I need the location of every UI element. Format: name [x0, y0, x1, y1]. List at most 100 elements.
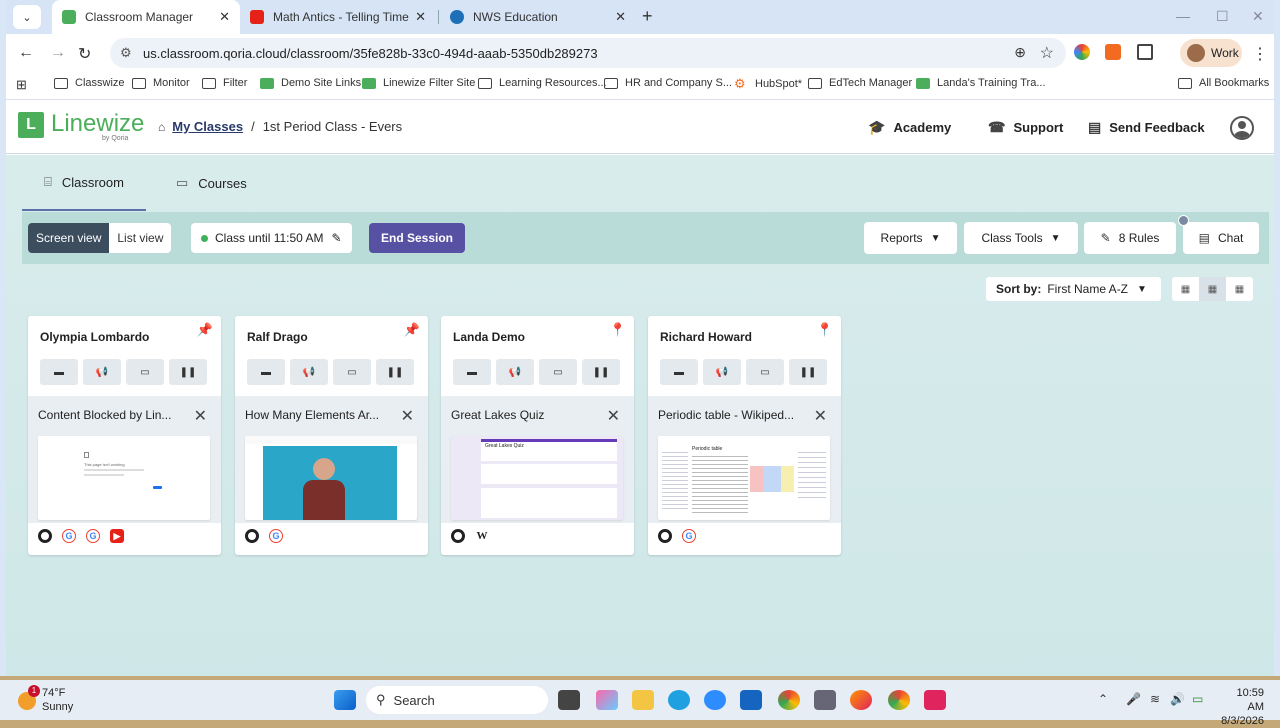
close-tab-icon[interactable]: ✕	[814, 406, 827, 426]
pin-icon[interactable]: 📌	[197, 322, 213, 338]
announce-icon[interactable]: 📢	[83, 359, 121, 385]
pin-outline-icon[interactable]: 📍	[610, 322, 626, 338]
bookmark-linewize-filter[interactable]: Linewize Filter Site	[362, 77, 475, 89]
bookmark-hubspot[interactable]: ⚙ HubSpot*	[734, 77, 802, 91]
task-view-icon[interactable]	[558, 690, 580, 710]
copilot-icon[interactable]	[596, 690, 618, 710]
pin-icon[interactable]: 📌	[404, 322, 420, 338]
browser-icon[interactable]: ▭	[539, 359, 577, 385]
pause-icon[interactable]: ❚❚	[789, 359, 827, 385]
end-session-button[interactable]: End Session	[369, 223, 465, 253]
screen-view-button[interactable]: Screen view	[28, 223, 110, 253]
back-button[interactable]: ←	[18, 44, 34, 62]
camera-icon[interactable]	[814, 690, 836, 710]
reload-button[interactable]: ↻	[78, 44, 91, 64]
close-icon[interactable]: ✕	[615, 9, 626, 25]
window-close-button[interactable]: ✕	[1252, 8, 1264, 25]
screen-thumbnail[interactable]: Periodic table	[658, 436, 830, 520]
tab-search-button[interactable]: ⌄	[13, 5, 41, 29]
tab-classroom[interactable]: ⌸ Classroom	[22, 155, 146, 211]
forward-button[interactable]: →	[50, 44, 66, 62]
pause-icon[interactable]: ❚❚	[582, 359, 620, 385]
rules-button[interactable]: ✎ 8 Rules	[1084, 222, 1176, 254]
announce-icon[interactable]: 📢	[290, 359, 328, 385]
url-text[interactable]: us.classroom.qoria.cloud/classroom/35fe8…	[143, 46, 598, 61]
close-tab-icon[interactable]: ✕	[194, 406, 207, 426]
bookmark-landa-training[interactable]: Landa's Training Tra...	[916, 77, 1046, 89]
bookmark-classwize[interactable]: Classwize	[54, 77, 125, 89]
browser-icon[interactable]: ▭	[746, 359, 784, 385]
bookmark-star-icon[interactable]: ☆	[1040, 43, 1054, 63]
announce-icon[interactable]: 📢	[496, 359, 534, 385]
screen-thumbnail[interactable]: Great Lakes Quiz	[451, 436, 623, 520]
student-card[interactable]: Ralf Drago 📌 ▬ 📢 ▭ ❚❚ How Many Elements …	[235, 316, 428, 555]
maximize-button[interactable]: ☐	[1216, 8, 1229, 25]
bookmark-monitor[interactable]: Monitor	[132, 77, 190, 89]
bookmark-filter[interactable]: Filter	[202, 77, 247, 89]
taskbar-clock[interactable]: 10:59 AM 8/3/2026	[1218, 686, 1264, 728]
file-explorer-icon[interactable]	[632, 690, 654, 710]
chrome-taskbar-icon-2[interactable]	[888, 690, 910, 710]
sort-dropdown[interactable]: Sort by: First Name A-Z ▼	[986, 277, 1161, 301]
tab-classroom-manager[interactable]: Classroom Manager ✕	[52, 0, 240, 34]
class-time-pill[interactable]: Class until 11:50 AM ✎	[191, 223, 352, 253]
bookmark-edtech-manager[interactable]: EdTech Manager	[808, 77, 912, 89]
chrome-taskbar-icon[interactable]	[778, 690, 800, 710]
browser-icon[interactable]: ▭	[333, 359, 371, 385]
weather-widget[interactable]: 74°F Sunny	[42, 686, 73, 714]
start-icon[interactable]	[334, 690, 356, 710]
edit-pencil-icon[interactable]: ✎	[332, 231, 342, 245]
list-view-button[interactable]: List view	[109, 223, 172, 253]
site-info-icon[interactable]: ⚙	[120, 45, 132, 61]
message-icon[interactable]: ▬	[247, 359, 285, 385]
extension-new-icon[interactable]	[1105, 44, 1121, 60]
taskbar-search[interactable]: ⚲ Search	[366, 686, 548, 714]
user-account-icon[interactable]	[1230, 116, 1254, 140]
close-tab-icon[interactable]: ✕	[401, 406, 414, 426]
volume-icon[interactable]: 🔊	[1170, 692, 1185, 706]
address-bar[interactable]: ⚙ us.classroom.qoria.cloud/classroom/35f…	[110, 38, 1066, 68]
apps-grid-icon[interactable]: ⊞	[16, 77, 27, 93]
zoom-icon[interactable]: ⊕	[1014, 44, 1026, 61]
browser-menu-icon[interactable]: ⋮	[1252, 44, 1268, 64]
tab-courses[interactable]: ▭ Courses	[176, 155, 247, 211]
firefox-icon[interactable]	[850, 690, 872, 710]
send-feedback-link[interactable]: ▤ Send Feedback	[1088, 119, 1205, 136]
close-icon[interactable]: ✕	[219, 9, 230, 25]
extension-icon[interactable]	[1074, 44, 1090, 60]
medium-grid-icon[interactable]: ▦	[1199, 277, 1226, 301]
tray-chevron-icon[interactable]: ⌃	[1098, 692, 1108, 706]
bookmark-learning-resources[interactable]: Learning Resources...	[478, 77, 607, 89]
pause-icon[interactable]: ❚❚	[376, 359, 414, 385]
bookmark-demo-site-links[interactable]: Demo Site Links	[260, 77, 361, 89]
student-card[interactable]: Olympia Lombardo 📌 ▬ 📢 ▭ ❚❚ Content Bloc…	[28, 316, 221, 555]
zoom-app-icon[interactable]	[704, 690, 726, 710]
browser-icon[interactable]: ▭	[126, 359, 164, 385]
small-grid-icon[interactable]: ▦	[1172, 277, 1199, 301]
outlook-icon[interactable]	[740, 690, 762, 710]
close-tab-icon[interactable]: ✕	[607, 406, 620, 426]
new-tab-button[interactable]: +	[642, 6, 653, 27]
breadcrumb-my-classes[interactable]: My Classes	[172, 119, 243, 134]
minimize-button[interactable]: —	[1176, 8, 1190, 24]
announce-icon[interactable]: 📢	[703, 359, 741, 385]
message-icon[interactable]: ▬	[40, 359, 78, 385]
app-r-icon[interactable]	[924, 690, 946, 710]
academy-link[interactable]: 🎓 Academy	[868, 119, 951, 136]
wifi-icon[interactable]: ≋	[1150, 692, 1160, 706]
screen-thumbnail[interactable]: This page isn't working	[38, 436, 210, 520]
tab-nws-education[interactable]: NWS Education ✕	[440, 0, 636, 34]
reports-dropdown[interactable]: Reports ▼	[864, 222, 957, 254]
profile-button[interactable]: Work	[1180, 39, 1242, 67]
class-tools-dropdown[interactable]: Class Tools ▼	[964, 222, 1078, 254]
all-bookmarks[interactable]: All Bookmarks	[1178, 77, 1269, 89]
tab-math-antics[interactable]: Math Antics - Telling Time - You ✕	[240, 0, 436, 34]
close-icon[interactable]: ✕	[415, 9, 426, 25]
bookmark-hr[interactable]: HR and Company S...	[604, 77, 732, 89]
support-link[interactable]: ☎ Support	[988, 119, 1063, 136]
edge-icon[interactable]	[668, 690, 690, 710]
chat-button[interactable]: ▤ Chat	[1183, 222, 1259, 254]
large-grid-icon[interactable]: ▦	[1226, 277, 1253, 301]
message-icon[interactable]: ▬	[453, 359, 491, 385]
message-icon[interactable]: ▬	[660, 359, 698, 385]
